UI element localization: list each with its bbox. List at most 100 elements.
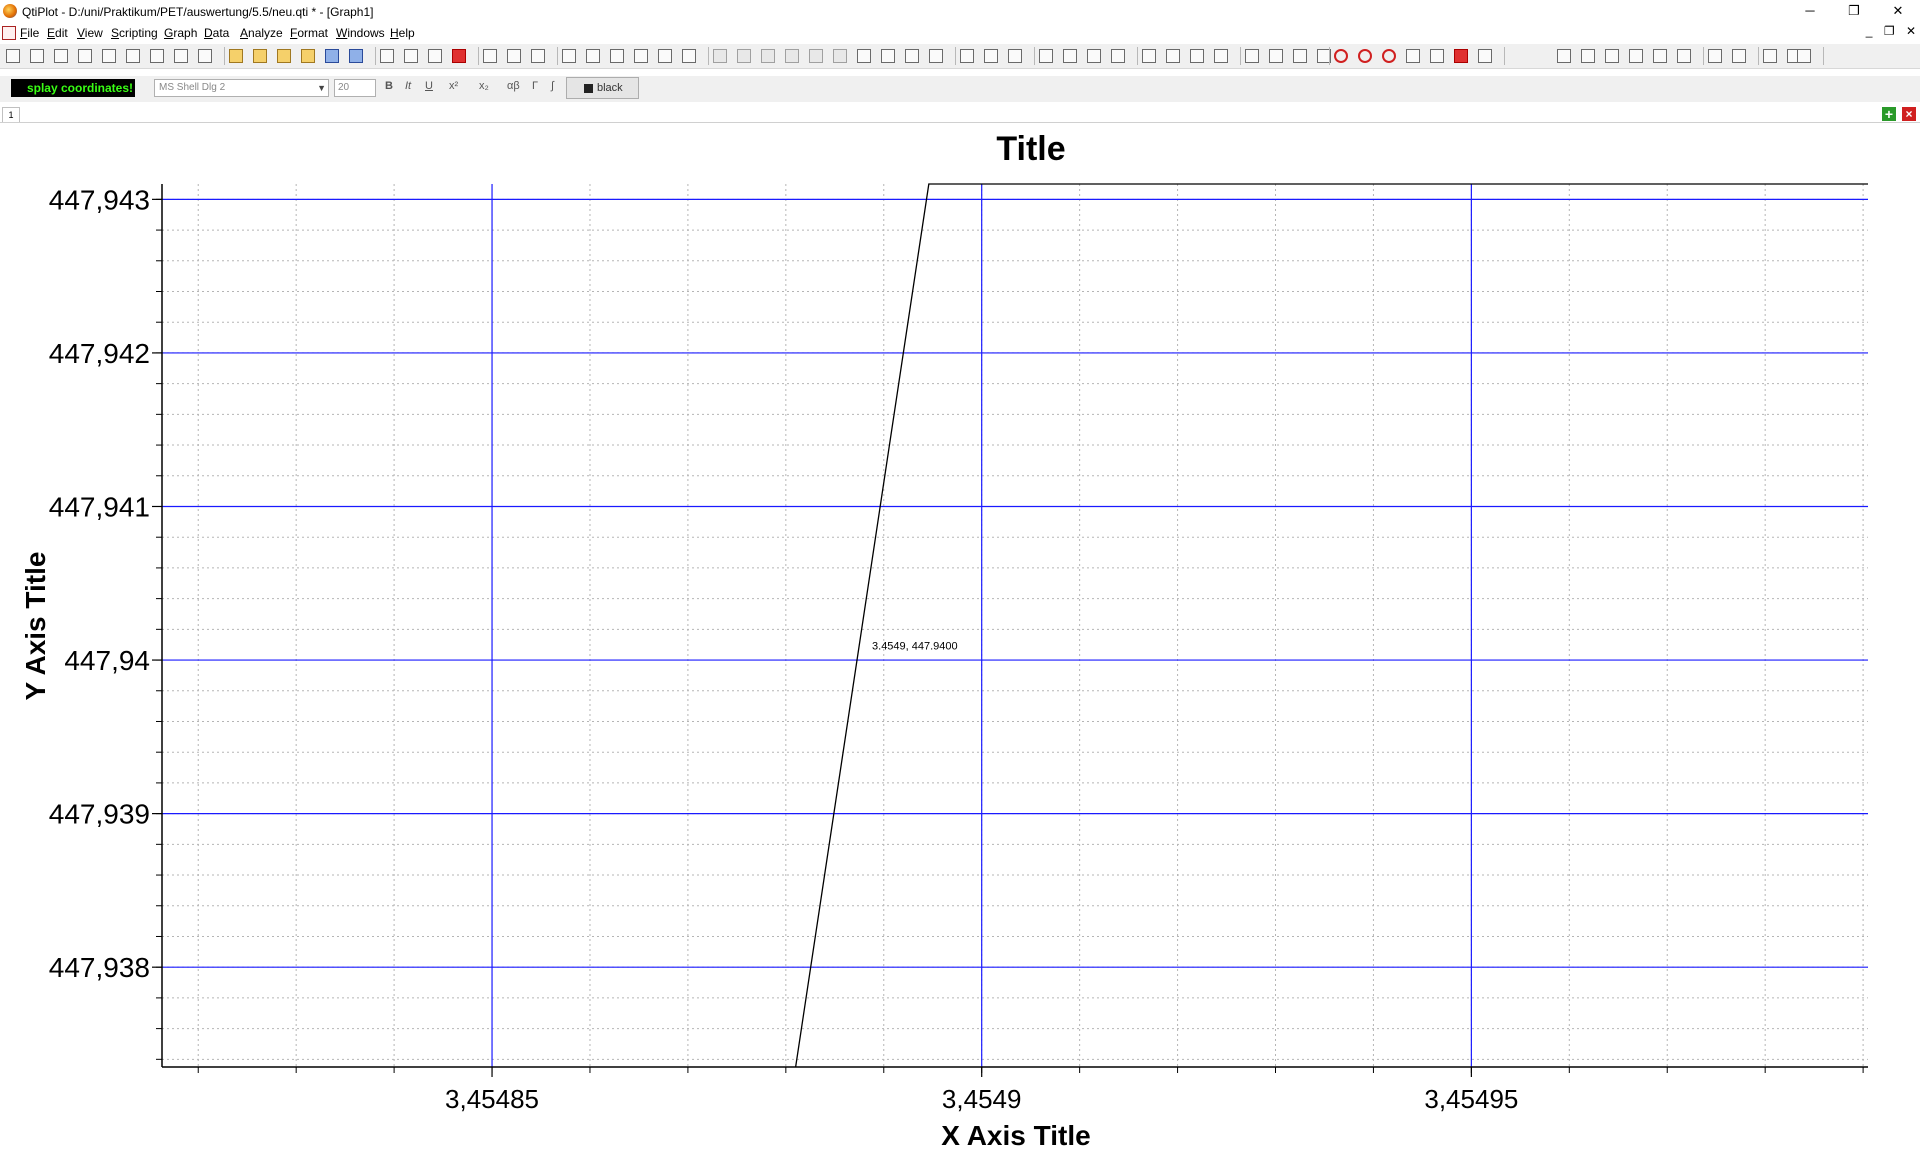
- font-size-spinbox[interactable]: 20: [334, 79, 376, 97]
- import-icon[interactable]: [301, 49, 315, 63]
- image-tool-icon[interactable]: [1653, 49, 1667, 63]
- print-preview-icon[interactable]: [428, 49, 442, 63]
- new-function-icon[interactable]: [126, 49, 140, 63]
- minimize-button[interactable]: ─: [1788, 0, 1832, 22]
- layer-add-icon[interactable]: [960, 49, 974, 63]
- mdi-restore-button[interactable]: ❐: [1884, 24, 1895, 38]
- menu-file[interactable]: File: [20, 26, 39, 40]
- remove-layer-icon[interactable]: ×: [1902, 107, 1916, 121]
- indent-icon[interactable]: [809, 49, 823, 63]
- menu-edit[interactable]: Edit: [47, 26, 68, 40]
- zoom-out-icon[interactable]: [905, 49, 919, 63]
- move-points-icon[interactable]: [1406, 49, 1420, 63]
- menu-scripting[interactable]: Scripting: [111, 26, 158, 40]
- new-graph-icon[interactable]: [102, 49, 116, 63]
- menu-analyze[interactable]: Analyze: [240, 26, 283, 40]
- screen-reader-icon[interactable]: [1334, 49, 1348, 63]
- binoculars-icon[interactable]: [857, 49, 871, 63]
- list2-icon[interactable]: [785, 49, 799, 63]
- sigma-icon[interactable]: [1509, 49, 1523, 63]
- image2-icon[interactable]: [1677, 49, 1691, 63]
- mdi-minimize-button[interactable]: _: [1866, 24, 1873, 38]
- menu-data[interactable]: Data: [204, 26, 229, 40]
- menu-windows[interactable]: Windows: [336, 26, 385, 40]
- find-icon[interactable]: [483, 49, 497, 63]
- line-tool-icon[interactable]: [1581, 49, 1595, 63]
- open-template-icon[interactable]: [253, 49, 267, 63]
- line-style-icon[interactable]: [1763, 49, 1777, 63]
- zoom-box-icon[interactable]: [1087, 49, 1101, 63]
- new-note-icon[interactable]: [78, 49, 92, 63]
- copy-icon[interactable]: [634, 49, 648, 63]
- info-icon[interactable]: [1142, 49, 1156, 63]
- print-icon-icon[interactable]: [380, 49, 394, 63]
- rect-tool-icon[interactable]: [1605, 49, 1619, 63]
- italic-button[interactable]: It: [405, 80, 411, 92]
- font-family-select[interactable]: MS Shell Dlg 2 ▼: [154, 79, 329, 97]
- graph3-icon[interactable]: [1214, 49, 1228, 63]
- save-as-icon[interactable]: [349, 49, 363, 63]
- menu-view[interactable]: View: [77, 26, 103, 40]
- ellipse-tool-icon[interactable]: [1629, 49, 1643, 63]
- more-icon[interactable]: [1732, 49, 1746, 63]
- new-table-icon[interactable]: [30, 49, 44, 63]
- new-matrix-icon[interactable]: [54, 49, 68, 63]
- new-3d-matrix-icon[interactable]: [174, 49, 188, 63]
- add-layer-icon[interactable]: +: [1882, 107, 1896, 121]
- coordinate-annotation[interactable]: 3.4549, 447.9400: [872, 640, 958, 652]
- text-tool-icon[interactable]: [1533, 49, 1547, 63]
- matrix-view-icon[interactable]: [531, 49, 545, 63]
- underline-button[interactable]: U: [425, 80, 433, 92]
- bold-button[interactable]: B: [385, 80, 393, 92]
- export-pdf-icon[interactable]: [452, 49, 466, 63]
- zoom-all-icon[interactable]: [1111, 49, 1125, 63]
- data-reader-icon[interactable]: [1382, 49, 1396, 63]
- graph1-icon[interactable]: [1166, 49, 1180, 63]
- mdi-close-button[interactable]: ✕: [1906, 24, 1916, 38]
- open-recent-icon[interactable]: [277, 49, 291, 63]
- zoom-in-icon[interactable]: [881, 49, 895, 63]
- x-axis-title[interactable]: X Axis Title: [941, 1120, 1090, 1151]
- cut-icon[interactable]: [610, 49, 624, 63]
- table-view-icon[interactable]: [507, 49, 521, 63]
- restore-button[interactable]: ❐: [1832, 0, 1876, 22]
- paste-icon[interactable]: [658, 49, 672, 63]
- y-axis-title[interactable]: Y Axis Title: [20, 552, 51, 701]
- more2-icon[interactable]: [1797, 49, 1811, 63]
- graph-plot[interactable]: 3,45485 3,4549 3,45495 447,938 447,939 447,94…: [0, 122, 1920, 1160]
- remove-points-icon[interactable]: [1454, 49, 1468, 63]
- menu-format[interactable]: Format: [290, 26, 328, 40]
- drag-range-icon[interactable]: [1478, 49, 1492, 63]
- superscript-button[interactable]: x²: [449, 80, 458, 92]
- layer-align-icon[interactable]: [1008, 49, 1022, 63]
- magnifier-icon[interactable]: [1293, 49, 1307, 63]
- unindent-icon[interactable]: [833, 49, 847, 63]
- chart-title[interactable]: Title: [996, 130, 1065, 168]
- hand-icon[interactable]: [1430, 49, 1444, 63]
- close-button[interactable]: ✕: [1876, 0, 1920, 22]
- graph2-icon[interactable]: [1190, 49, 1204, 63]
- new-page-icon[interactable]: [198, 49, 212, 63]
- axes-icon[interactable]: [1039, 49, 1053, 63]
- open-icon[interactable]: [229, 49, 243, 63]
- text-color-button[interactable]: black: [566, 77, 639, 99]
- series-line[interactable]: [794, 183, 1868, 1068]
- capital-greek-button[interactable]: Γ: [532, 80, 538, 92]
- integral-button[interactable]: ∫: [551, 80, 554, 92]
- new-project-icon[interactable]: [6, 49, 20, 63]
- menu-graph[interactable]: Graph: [164, 26, 197, 40]
- layer-arrange-icon[interactable]: [984, 49, 998, 63]
- redo-icon[interactable]: [586, 49, 600, 63]
- pointer-icon[interactable]: [1269, 49, 1283, 63]
- arrow-tool-icon[interactable]: [1557, 49, 1571, 63]
- frame-icon[interactable]: [1708, 49, 1722, 63]
- zoom-fit-icon[interactable]: [929, 49, 943, 63]
- select-icon[interactable]: [1245, 49, 1259, 63]
- sum-icon[interactable]: [1828, 49, 1842, 63]
- step-icon[interactable]: [737, 49, 751, 63]
- new-3d-icon[interactable]: [150, 49, 164, 63]
- crosshair-icon[interactable]: [1358, 49, 1372, 63]
- data-curve[interactable]: [794, 183, 1868, 1068]
- layer-tab-1[interactable]: 1: [2, 107, 20, 122]
- rescale-icon[interactable]: [1063, 49, 1077, 63]
